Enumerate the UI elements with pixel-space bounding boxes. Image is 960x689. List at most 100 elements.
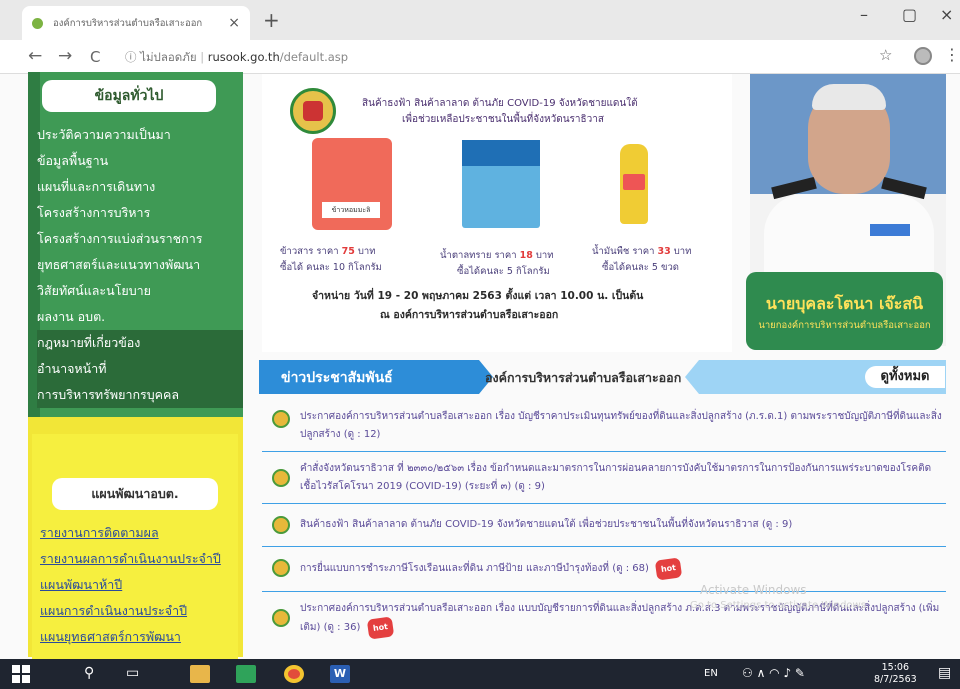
url-host: rusook.go.th: [207, 50, 280, 64]
news-item[interactable]: ประกาศองค์การบริหารส่วนตำบลรือเสาะออก เร…: [262, 400, 946, 452]
oil-bottle-image: [620, 144, 648, 224]
rice-bag-label: ข้าวหอมมะลิ: [322, 202, 380, 218]
oil-price: น้ำมันพืช ราคา 33 บาท: [592, 246, 692, 257]
org-seal-logo: [290, 88, 336, 134]
input-language-indicator[interactable]: EN: [704, 668, 718, 679]
sidebar-item-strategy[interactable]: ยุทธศาสตร์และแนวทางพัฒนา: [37, 252, 243, 278]
sidebar-item-admin-structure[interactable]: โครงสร้างการบริหาร: [37, 200, 243, 226]
news-view-count: (ดู : 12): [343, 429, 381, 440]
sidebar-item-vision[interactable]: วิสัยทัศน์และนโยบาย: [37, 278, 243, 304]
sidebar-item-division-structure[interactable]: โครงสร้างการแบ่งส่วนราชการ: [37, 226, 243, 252]
sidebar-item-basic-info[interactable]: ข้อมูลพื้นฐาน: [37, 148, 243, 174]
sidebar-item-monitoring[interactable]: รายงานการติดตามผล: [40, 520, 240, 546]
sidebar-item-map[interactable]: แผนที่และการเดินทาง: [37, 174, 243, 200]
clock-time: 15:06: [881, 662, 910, 673]
news-bullet-icon: [272, 609, 290, 627]
forward-icon[interactable]: →: [58, 46, 72, 66]
news-section-title: ข่าวประชาสัมพันธ์: [281, 370, 393, 386]
sidebar-item-hr[interactable]: การบริหารทรัพยากรบุคคล: [37, 382, 243, 408]
news-item-text[interactable]: การยื่นแบบการชำระภาษีโรงเรือนและที่ดิน ภ…: [300, 563, 609, 574]
browser-window: องค์การบริหารส่วนตำบลรือเสาะออก × + – ▢ …: [0, 0, 960, 689]
mayor-name: นายบุคละโตนา เจ๊ะสนิ: [765, 294, 924, 313]
back-icon[interactable]: ←: [28, 46, 42, 66]
browser-menu-icon[interactable]: ⋮: [944, 45, 960, 64]
notification-icon[interactable]: ▤: [938, 665, 951, 681]
sidebar-item-laws[interactable]: กฎหมายที่เกี่ยวข้อง: [37, 330, 243, 356]
rice-price: ข้าวสาร ราคา 75 บาท: [280, 246, 376, 257]
news-item[interactable]: คำสั่งจังหวัดนราธิวาส ที่ ๒๓๓๐/๒๕๖๓ เรื่…: [262, 452, 946, 504]
rice-bag-image: ข้าวหอมมะลิ: [312, 138, 392, 230]
news-bullet-icon: [272, 516, 290, 534]
windows-start-icon[interactable]: [12, 665, 30, 683]
bookmark-star-icon[interactable]: ☆: [879, 46, 892, 64]
promo-banner[interactable]: สินค้าธงฟ้า สินค้าลาลาด ต้านภัย COVID-19…: [262, 74, 732, 352]
news-view-count: (ดู : 9): [514, 481, 545, 492]
browser-toolbar: ← → C ⓘ ไม่ปลอดภัย | rusook.go.th/defaul…: [0, 40, 960, 74]
news-bullet-icon: [272, 469, 290, 487]
profile-avatar[interactable]: [914, 47, 932, 65]
tab-close-icon[interactable]: ×: [228, 15, 240, 31]
news-view-count: (ดู : 9): [761, 519, 793, 530]
maximize-icon[interactable]: ▢: [902, 5, 917, 24]
news-item[interactable]: สินค้าธงฟ้า สินค้าลาลาด ต้านภัย COVID-19…: [262, 504, 946, 547]
banner-title: สินค้าธงฟ้า สินค้าลาลาด ต้านภัย COVID-19…: [362, 98, 638, 109]
activate-windows-hint: Go to Settings to activate Windows.: [690, 600, 870, 611]
news-header-bar: ข่าวประชาสัมพันธ์ องค์การบริหารส่วนตำบลร…: [259, 358, 946, 396]
news-view-count: (ดู : 36): [323, 622, 361, 633]
url-path: /default.asp: [279, 50, 349, 64]
rice-limit: ซื้อได้ คนละ 10 กิโลกรัม: [280, 262, 382, 273]
sugar-price: น้ำตาลทราย ราคา 18 บาท: [440, 250, 554, 261]
windows-taskbar: ⚲ ▭ W EN ⚇ ∧ ◠ ♪ ✎ 15:06 8/7/2563 ▤: [0, 659, 960, 689]
address-bar[interactable]: ⓘ ไม่ปลอดภัย | rusook.go.th/default.asp: [125, 49, 348, 67]
taskbar-clock[interactable]: 15:06 8/7/2563: [874, 662, 917, 686]
task-view-icon[interactable]: ▭: [126, 665, 139, 683]
news-bullet-icon: [272, 410, 290, 428]
sidebar-item-annual-report[interactable]: รายงานผลการดำเนินงานประจำปี: [40, 546, 240, 572]
sidebar-heading-plan: แผนพัฒนาอบต.: [52, 478, 218, 510]
new-tab-button[interactable]: +: [263, 8, 280, 32]
banner-sale-date: จำหน่าย วันที่ 19 - 20 พฤษภาคม 2563 ตั้ง…: [312, 290, 644, 302]
sidebar-item-dev-strategy[interactable]: แผนยุทธศาสตร์การพัฒนา: [40, 624, 240, 650]
search-icon[interactable]: ⚲: [84, 665, 94, 683]
close-window-icon[interactable]: ×: [940, 5, 953, 24]
news-item-text[interactable]: คำสั่งจังหวัดนราธิวาส ที่ ๒๓๓๐/๒๕๖๓ เรื่…: [300, 463, 931, 492]
sidebar-item-duties[interactable]: อำนาจหน้าที่: [37, 356, 243, 382]
sugar-pack-image: [462, 140, 540, 228]
sidebar-general-list: ประวัติความความเป็นมา ข้อมูลพื้นฐาน แผนท…: [37, 122, 243, 408]
banner-subtitle: เพื่อช่วยเหลือประชาชนในพื้นที่จังหวัดนรา…: [402, 114, 604, 125]
sidebar-item-annual-plan[interactable]: แผนการดำเนินงานประจำปี: [40, 598, 240, 624]
security-indicator[interactable]: ⓘ ไม่ปลอดภัย: [125, 50, 197, 64]
browser-tab[interactable]: องค์การบริหารส่วนตำบลรือเสาะออก ×: [22, 6, 250, 40]
minimize-icon[interactable]: –: [860, 5, 868, 24]
news-view-count: (ดู : 68): [612, 563, 649, 574]
oil-limit: ซื้อได้คนละ 5 ขวด: [602, 262, 679, 273]
reload-icon[interactable]: C: [90, 48, 100, 66]
view-all-news-button[interactable]: ดูทั้งหมด: [865, 366, 945, 388]
left-sidebar: ข้อมูลทั่วไป ประวัติความความเป็นมา ข้อมู…: [28, 72, 243, 664]
news-org-name: องค์การบริหารส่วนตำบลรือเสาะออก: [485, 370, 682, 385]
sidebar-heading-general: ข้อมูลทั่วไป: [42, 80, 216, 112]
hot-badge: hot: [654, 557, 683, 581]
news-item[interactable]: การยื่นแบบการชำระภาษีโรงเรือนและที่ดิน ภ…: [262, 547, 946, 592]
system-tray-icons[interactable]: ⚇ ∧ ◠ ♪ ✎: [742, 666, 805, 680]
news-item-text[interactable]: สินค้าธงฟ้า สินค้าลาลาด ต้านภัย COVID-19…: [300, 519, 759, 530]
sidebar-item-five-year-plan[interactable]: แผนพัฒนาห้าปี: [40, 572, 240, 598]
news-item-text[interactable]: ประกาศองค์การบริหารส่วนตำบลรือเสาะออก เร…: [300, 411, 942, 440]
mayor-name-card: นายบุคละโตนา เจ๊ะสนิ นายกองค์การบริหารส่…: [746, 272, 943, 350]
file-explorer-icon[interactable]: [190, 665, 210, 683]
sidebar-item-results[interactable]: ผลงาน อบต.: [37, 304, 243, 330]
sugar-limit: ซื้อได้คนละ 5 กิโลกรัม: [457, 266, 550, 277]
chrome-icon[interactable]: [284, 665, 304, 683]
sidebar-plan-list: รายงานการติดตามผล รายงานผลการดำเนินงานปร…: [40, 520, 240, 650]
activate-windows-watermark: Activate Windows: [700, 583, 807, 597]
banner-sale-place: ณ องค์การบริหารส่วนตำบลรือเสาะออก: [380, 309, 559, 321]
tab-title: องค์การบริหารส่วนตำบลรือเสาะออก: [53, 17, 203, 29]
word-icon[interactable]: W: [330, 665, 350, 683]
mayor-title: นายกองค์การบริหารส่วนตำบลรือเสาะออก: [758, 320, 931, 331]
tab-strip: องค์การบริหารส่วนตำบลรือเสาะออก × + – ▢ …: [0, 0, 960, 40]
hot-badge: hot: [366, 616, 394, 640]
sidebar-item-history[interactable]: ประวัติความความเป็นมา: [37, 122, 243, 148]
photos-app-icon[interactable]: [236, 665, 256, 683]
news-bullet-icon: [272, 559, 290, 577]
clock-date: 8/7/2563: [874, 674, 917, 685]
